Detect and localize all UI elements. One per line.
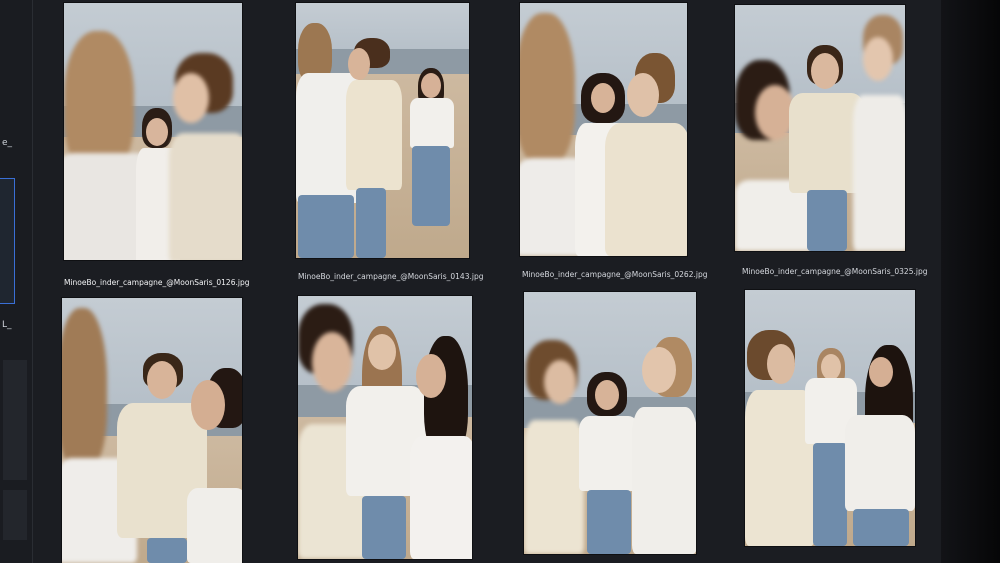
sidebar-item[interactable]: [3, 490, 27, 540]
sidebar-label: L_: [2, 320, 12, 330]
photo-thumbnail[interactable]: [62, 298, 242, 563]
photo-filename: MinoeBo_inder_campagne_@MoonSaris_0126.j…: [64, 278, 250, 287]
photo-thumbnail[interactable]: [298, 296, 472, 559]
photo-filename: MinoeBo_inder_campagne_@MoonSaris_0262.j…: [522, 270, 708, 279]
photo-thumbnail[interactable]: [524, 292, 696, 554]
photo-thumbnail[interactable]: [745, 290, 915, 546]
photo-filename: MinoeBo_inder_campagne_@MoonSaris_0325.j…: [742, 267, 928, 276]
photo-thumbnail[interactable]: [520, 3, 687, 256]
sidebar-selected-item[interactable]: [0, 178, 15, 304]
photo-thumbnail[interactable]: [296, 3, 469, 258]
photo-thumbnail[interactable]: [64, 3, 242, 260]
photo-thumbnail[interactable]: [735, 5, 905, 251]
filmstrip-sidebar: e_ L_: [0, 0, 33, 563]
sidebar-item[interactable]: [3, 360, 27, 480]
screen-bezel: [941, 0, 1000, 563]
sidebar-label: e_: [2, 138, 13, 148]
photo-filename: MinoeBo_inder_campagne_@MoonSaris_0143.j…: [298, 272, 484, 281]
